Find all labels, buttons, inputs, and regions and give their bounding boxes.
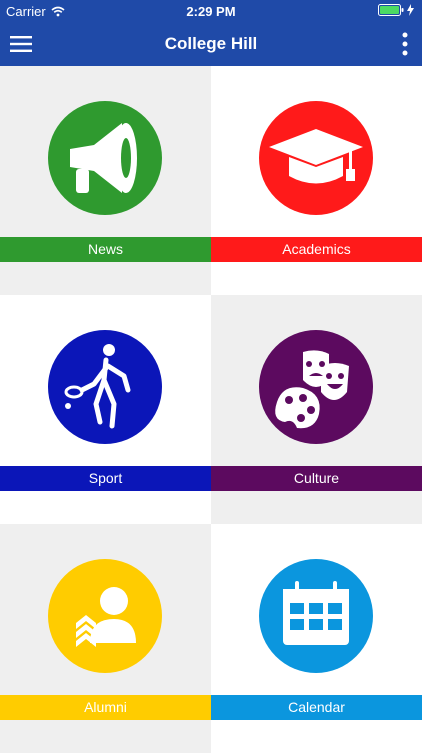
calendar-icon [259,559,373,673]
tile-label: Alumni [0,695,211,720]
megaphone-icon [48,101,162,215]
tile-sport[interactable]: Sport [0,295,211,524]
tile-culture[interactable]: Culture [211,295,422,524]
tile-label: Academics [211,237,422,262]
battery-icon [378,4,404,16]
status-time: 2:29 PM [186,4,236,19]
tile-academics[interactable]: Academics [211,66,422,295]
tile-calendar[interactable]: Calendar [211,524,422,753]
tennis-player-icon [48,330,162,444]
navigation-bar: College Hill [0,22,422,66]
tile-alumni[interactable]: Alumni [0,524,211,753]
tile-label: Culture [211,466,422,491]
graduation-cap-icon [259,101,373,215]
battery [378,4,414,16]
alumni-person-icon [48,559,162,673]
more-vertical-icon[interactable] [400,32,410,56]
theater-masks-palette-icon [259,330,373,444]
tile-label: News [0,237,211,262]
status-bar: Carrier 2:29 PM [0,0,422,22]
tile-news[interactable]: News [0,66,211,295]
tile-label: Sport [0,466,211,491]
page-title: College Hill [164,34,258,53]
charging-bolt-icon [407,4,414,16]
tile-label: Calendar [211,695,422,720]
